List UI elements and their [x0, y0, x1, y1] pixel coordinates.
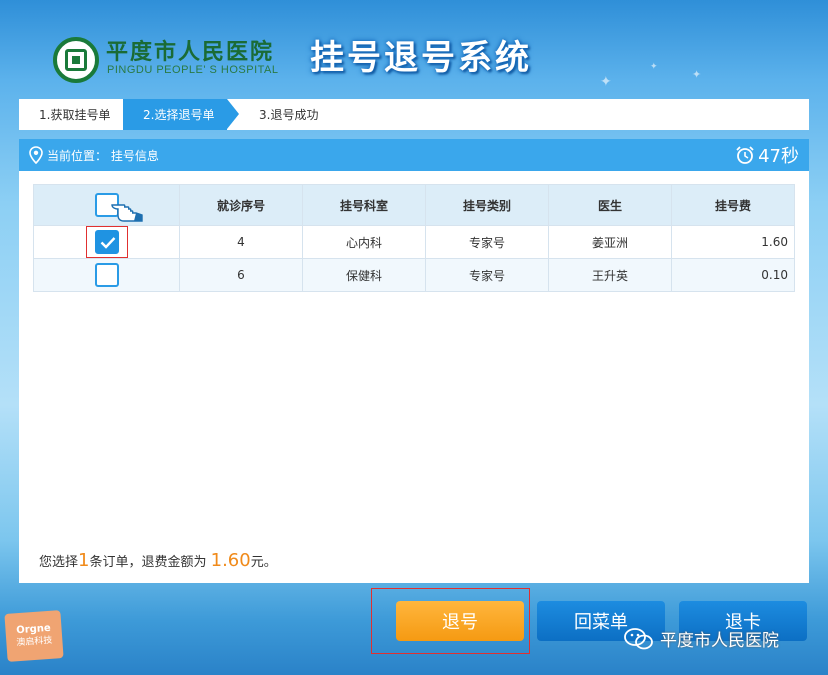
hospital-name-cn: 平度市人民医院 [106, 39, 275, 65]
row-select-cell [33, 225, 180, 259]
registration-table: 就诊序号 挂号科室 挂号类别 医生 挂号费 4 心内科 专家号 姜亚洲 1.60… [33, 184, 795, 292]
col-dept: 挂号科室 [302, 184, 426, 226]
system-title: 挂号退号系统 [310, 38, 532, 78]
selection-summary: 您选择1条订单，退费金额为 1.60元。 [39, 550, 277, 571]
sparkle-icon: ✦ [692, 68, 702, 81]
timer-text: 47秒 [758, 146, 799, 167]
cell-fee: 0.10 [671, 258, 795, 292]
row-checkbox[interactable] [94, 230, 119, 254]
step-get-ticket: 1.获取挂号单 [39, 108, 111, 122]
step-select-refund: 2.选择退号单 [123, 99, 239, 130]
col-doctor: 医生 [548, 184, 672, 226]
col-seq: 就诊序号 [179, 184, 303, 226]
header: 平度市人民医院 PINGDU PEOPLE' S HOSPITAL 挂号退号系统… [0, 0, 828, 96]
sparkle-icon: ✦ [650, 62, 658, 72]
alarm-clock-icon [735, 145, 755, 165]
summary-middle: 条订单，退费金额为 [89, 555, 207, 570]
summary-suffix: 元。 [250, 555, 277, 570]
table-header-row: 就诊序号 挂号科室 挂号类别 医生 挂号费 [33, 184, 795, 226]
cell-doctor: 姜亚洲 [548, 225, 672, 259]
hospital-name-en: PINGDU PEOPLE' S HOSPITAL [107, 64, 279, 76]
step-refund-success: 3.退号成功 [259, 108, 319, 122]
cell-doctor: 王升英 [548, 258, 672, 292]
cell-fee: 1.60 [671, 225, 795, 259]
step-bar: 1.获取挂号单 2.选择退号单 3.退号成功 [19, 99, 809, 130]
row-select-cell [33, 258, 180, 292]
pointer-hand-icon [110, 197, 144, 226]
cell-type: 专家号 [425, 225, 549, 259]
vendor-logo: Orgne 澳启科技 [4, 610, 64, 662]
wechat-icon [624, 627, 654, 651]
hospital-logo [53, 37, 99, 83]
location-pin-icon [29, 146, 43, 164]
summary-prefix: 您选择 [39, 555, 79, 570]
cell-seq: 6 [179, 258, 303, 292]
refund-button[interactable]: 退号 [396, 601, 524, 641]
table-row[interactable]: 4 心内科 专家号 姜亚洲 1.60 [33, 225, 795, 259]
countdown-timer: 47秒 [735, 142, 799, 168]
cell-type: 专家号 [425, 258, 549, 292]
panel-header: 当前位置： 挂号信息 47秒 [19, 139, 809, 171]
main-panel: 当前位置： 挂号信息 47秒 就诊序号 挂号科室 挂号类别 医生 挂号费 4 心… [19, 139, 809, 583]
location-text: 当前位置： 挂号信息 [47, 148, 159, 163]
select-all-cell [33, 184, 180, 226]
col-fee: 挂号费 [671, 184, 795, 226]
vendor-name-cn: 澳启科技 [16, 635, 53, 649]
summary-amount: 1.60 [210, 550, 251, 571]
watermark-text: 平度市人民医院 [660, 631, 779, 651]
table-row[interactable]: 6 保健科 专家号 王升英 0.10 [33, 258, 795, 292]
cell-dept: 心内科 [302, 225, 426, 259]
wechat-watermark: 平度市人民医院 [624, 626, 779, 651]
row-checkbox[interactable] [94, 263, 119, 287]
sparkle-icon: ✦ [600, 74, 612, 90]
cell-dept: 保健科 [302, 258, 426, 292]
cell-seq: 4 [179, 225, 303, 259]
col-type: 挂号类别 [425, 184, 549, 226]
highlight-frame [85, 226, 128, 258]
summary-count: 1 [78, 550, 90, 571]
